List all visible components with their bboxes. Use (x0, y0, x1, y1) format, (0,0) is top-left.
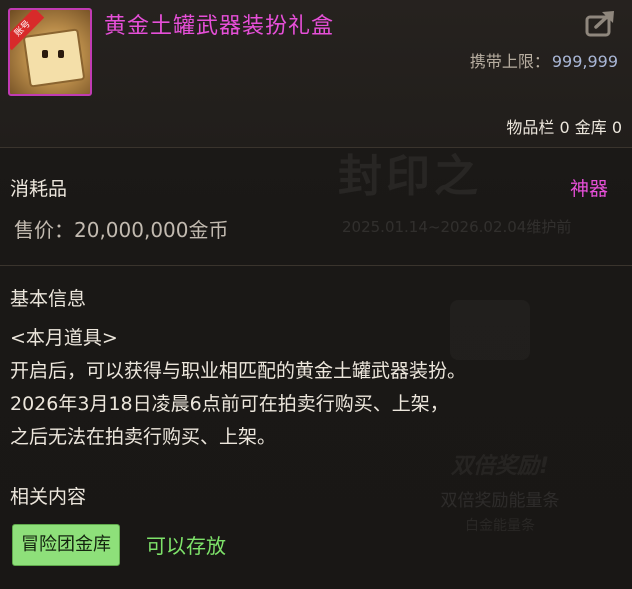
adventure-vault-tag[interactable]: 冒险团金库 (12, 524, 120, 566)
background-card-line3: 白金能量条 (465, 518, 535, 534)
background-watermark-title: 封印之 (338, 151, 482, 202)
carry-limit: 携带上限： 999,999 (470, 48, 618, 72)
description-line: 开启后，可以获得与职业相匹配的黄金土罐武器装扮。 (10, 360, 467, 382)
carry-limit-value: 999,999 (551, 52, 618, 71)
background-watermark-date: 2025.01.14~2026.02.04维护前 (342, 218, 572, 236)
golden-pot-gift-box-icon: 账号 (8, 8, 92, 96)
icon-eye-left (42, 50, 48, 58)
background-card-line2: 双倍奖励能量条 (440, 491, 560, 511)
section-divider (0, 265, 632, 266)
icon-eye-right (58, 50, 64, 58)
item-price: 售价：20,000,000金币 (14, 218, 229, 242)
carry-limit-label: 携带上限： (469, 52, 550, 71)
icon-box-shape (22, 28, 86, 88)
share-arrow-icon[interactable] (584, 8, 618, 38)
related-content-title: 相关内容 (10, 486, 87, 508)
description-line: <本月道具> (10, 327, 118, 349)
tooltip-header: 账号 黄金土罐武器装扮礼盒 携带上限： 999,999 物品栏 0 金库 0 (0, 0, 632, 148)
basic-info-title: 基本信息 (10, 288, 87, 310)
item-tooltip: 封印之 2025.01.14~2026.02.04维护前 双倍奖励! 双倍奖励能… (0, 0, 632, 589)
item-rarity: 神器 (569, 178, 608, 200)
storable-status: 可以存放 (146, 534, 226, 558)
description-line: 之后无法在拍卖行购买、上架。 (10, 426, 277, 448)
basic-info-description: <本月道具> 开启后，可以获得与职业相匹配的黄金土罐武器装扮。 2026年3月1… (10, 322, 466, 454)
background-card-text: 双倍奖励! 双倍奖励能量条 白金能量条 (410, 448, 590, 535)
description-line: 2026年3月18日凌晨6点前可在拍卖行购买、上架， (10, 393, 449, 415)
item-title: 黄金土罐武器装扮礼盒 (104, 14, 335, 39)
item-category: 消耗品 (10, 178, 68, 200)
storage-count: 物品栏 0 金库 0 (506, 118, 622, 137)
